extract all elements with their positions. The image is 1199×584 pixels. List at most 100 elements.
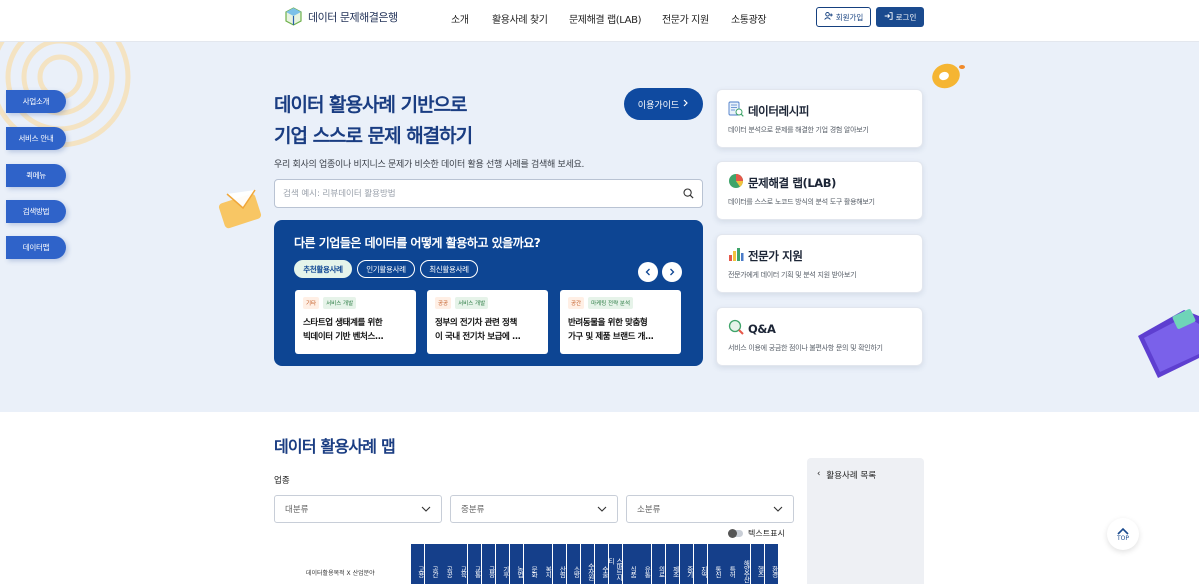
login-button[interactable]: 로그인 [876, 7, 924, 27]
case-search-input[interactable] [283, 188, 683, 199]
carousel-next-button[interactable] [662, 262, 682, 282]
case-tag-purpose: 서비스 개발 [455, 297, 489, 309]
signup-label: 회원가입 [835, 12, 864, 22]
matrix-axis-label: 데이터활용목적 X 산업분야 [306, 570, 375, 577]
feature-card-lab[interactable]: 문제해결 랩(LAB) 데이터를 스스로 노코드 방식의 분석 도구 활용해보기 [716, 161, 923, 220]
case-tag-purpose: 서비스 개발 [323, 297, 357, 309]
matrix-column-header[interactable]: 교육 [453, 544, 467, 584]
minor-category-select[interactable]: 소분류 [626, 495, 794, 523]
chevron-up-icon [1117, 527, 1129, 535]
matrix-column-header[interactable]: 금융 [481, 544, 496, 584]
case-list-header[interactable]: ‹ 활용사례 목록 [817, 469, 876, 481]
site-logo[interactable]: 데이터 문제해결은행 [284, 7, 398, 26]
top-label: TOP [1116, 534, 1129, 542]
side-menu-search-method[interactable]: 검색방법 [6, 200, 66, 223]
hero-title-line2: 기업 스스로 문제 해결하기 [274, 125, 473, 147]
feature-card-data-recipe[interactable]: 데이터레시피 데이터 분석으로 문제를 해결한 기업 경험 알아보기 [716, 89, 923, 148]
chevron-right-icon [683, 99, 689, 110]
select-value: 소분류 [637, 505, 661, 515]
case-card[interactable]: 공공 서비스 개발 정부의 전기차 관련 정책 이 국내 전기차 보급에 ... [427, 290, 548, 354]
case-card[interactable]: 기타 서비스 개발 스타트업 생태계를 위한 빅데이터 기반 벤처스... [295, 290, 416, 354]
matrix-column-header[interactable]: 스마트시티 [609, 544, 623, 584]
tab-latest[interactable]: 최신활용사례 [420, 260, 478, 278]
matrix-column-header[interactable]: 수출 [594, 544, 609, 584]
matrix-column-header[interactable]: 고용 [411, 544, 425, 584]
nav-community[interactable]: 소통광장 [731, 11, 767, 26]
matrix-column-header[interactable]: 중기 [679, 544, 694, 584]
matrix-column-header[interactable]: 식품 [623, 544, 637, 584]
text-display-toggle[interactable]: 텍스트표시 [728, 528, 785, 539]
cases-panel: 다른 기업들은 데이터를 어떻게 활용하고 있을까요? 추천활용사례 인기활용사… [274, 220, 703, 366]
hero-subtitle: 우리 회사의 업종이나 비지니스 문제가 비슷한 데이터 활용 선행 사례를 검… [274, 160, 585, 170]
side-menu-service-guide[interactable]: 서비스 안내 [6, 127, 66, 150]
nav-expert[interactable]: 전문가 지원 [662, 11, 709, 26]
feature-desc: 서비스 이용에 궁금한 점이나 불편사항 문의 및 확인하기 [728, 344, 883, 352]
matrix-column-header[interactable]: 통신 [708, 544, 722, 584]
case-tag-category: 기타 [303, 297, 320, 309]
matrix-column-header[interactable]: 산림 [552, 544, 566, 584]
case-card[interactable]: 공간 마케팅 전략 분석 반려동물을 위한 맞춤형 가구 및 제품 브랜드 개.… [560, 290, 681, 354]
carousel-prev-button[interactable] [638, 262, 658, 282]
cases-panel-title: 다른 기업들은 데이터를 어떻게 활용하고 있을까요? [294, 236, 541, 250]
feature-card-expert[interactable]: 전문가 지원 전문가에게 데이터 기획 및 분석 지원 받아보기 [716, 234, 923, 293]
matrix-column-header[interactable]: 헬스 [750, 544, 764, 584]
matrix-column-header[interactable]: 공간 [425, 544, 439, 584]
side-menu-business-intro[interactable]: 사업소개 [6, 90, 66, 113]
text-display-label: 텍스트표시 [748, 529, 785, 538]
feature-title: Q&A [748, 322, 776, 336]
case-list-title: 활용사례 목록 [826, 471, 877, 481]
matrix-column-header[interactable]: 문화 [524, 544, 538, 584]
recipe-search-icon [728, 101, 744, 121]
case-list-panel: ‹ 활용사례 목록 [807, 458, 924, 584]
usage-guide-button[interactable]: 이용가이드 [624, 88, 703, 120]
feature-desc: 데이터 분석으로 문제를 해결한 기업 경험 알아보기 [728, 126, 869, 134]
major-category-select[interactable]: 대분류 [274, 495, 442, 523]
scroll-top-button[interactable]: TOP [1107, 518, 1139, 550]
case-card-title: 스타트업 생태계를 위한 빅데이터 기반 벤처스... [303, 318, 384, 342]
feature-card-qna[interactable]: Q&A 서비스 이용에 궁금한 점이나 불편사항 문의 및 확인하기 [716, 307, 923, 366]
case-card-title: 반려동물을 위한 맞춤형 가구 및 제품 브랜드 개... [568, 318, 654, 342]
site-header: 데이터 문제해결은행 소개 활용사례 찾기 문제해결 랩(LAB) 전문가 지원… [0, 0, 1199, 42]
matrix-column-header[interactable]: 소방 [566, 544, 581, 584]
matrix-column-header[interactable]: 환경 [764, 544, 779, 584]
decor-envelope-icon [218, 189, 262, 229]
matrix-column-header[interactable]: 복지 [538, 544, 552, 584]
feature-title: 문제해결 랩(LAB) [748, 176, 837, 190]
nav-find-cases[interactable]: 활용사례 찾기 [492, 11, 548, 26]
matrix-column-header[interactable]: 수자원 [580, 544, 595, 584]
nav-lab[interactable]: 문제해결 랩(LAB) [569, 11, 641, 26]
toggle-switch[interactable] [728, 528, 743, 538]
matrix-column-header[interactable]: 공공 [439, 544, 453, 584]
matrix-column-header[interactable]: 교통 [467, 544, 481, 584]
case-search-box [274, 179, 703, 208]
chevron-right-icon [670, 268, 675, 276]
case-tag-category: 공간 [568, 297, 585, 309]
nav-about[interactable]: 소개 [451, 11, 469, 26]
signup-button[interactable]: 회원가입 [816, 7, 871, 27]
logo-cube-icon [284, 7, 303, 26]
matrix-column-header[interactable]: 농업 [510, 544, 524, 584]
case-tag-category: 공공 [435, 297, 452, 309]
select-value: 중분류 [461, 505, 485, 515]
select-value: 대분류 [285, 505, 309, 515]
matrix-column-header[interactable]: 기후 [495, 544, 510, 584]
matrix-column-header[interactable]: 제조 [665, 544, 680, 584]
bar-chart-icon [728, 246, 744, 266]
matrix-column-header[interactable]: 특허 [722, 544, 736, 584]
tab-popular[interactable]: 인기활용사례 [357, 260, 415, 278]
side-menu-data-map[interactable]: 데이터맵 [6, 236, 66, 259]
user-plus-icon [823, 12, 833, 22]
search-icon[interactable] [683, 184, 694, 203]
matrix-column-header[interactable]: 해양수산 [736, 544, 750, 584]
matrix-column-header[interactable]: 지역 [694, 544, 708, 584]
case-tag-purpose: 마케팅 전략 분석 [588, 297, 634, 309]
case-card-title: 정부의 전기차 관련 정책 이 국내 전기차 보급에 ... [435, 318, 521, 342]
matrix-column-header[interactable]: 의료 [651, 544, 665, 584]
login-arrow-icon [884, 12, 893, 22]
middle-category-select[interactable]: 중분류 [450, 495, 618, 523]
tab-recommended[interactable]: 추천활용사례 [294, 260, 352, 278]
side-menu-quick-menu[interactable]: 퀵메뉴 [6, 164, 66, 187]
chevron-left-icon: ‹ [817, 469, 821, 479]
logo-text: 데이터 문제해결은행 [308, 10, 398, 24]
matrix-column-header[interactable]: 유통 [637, 544, 651, 584]
